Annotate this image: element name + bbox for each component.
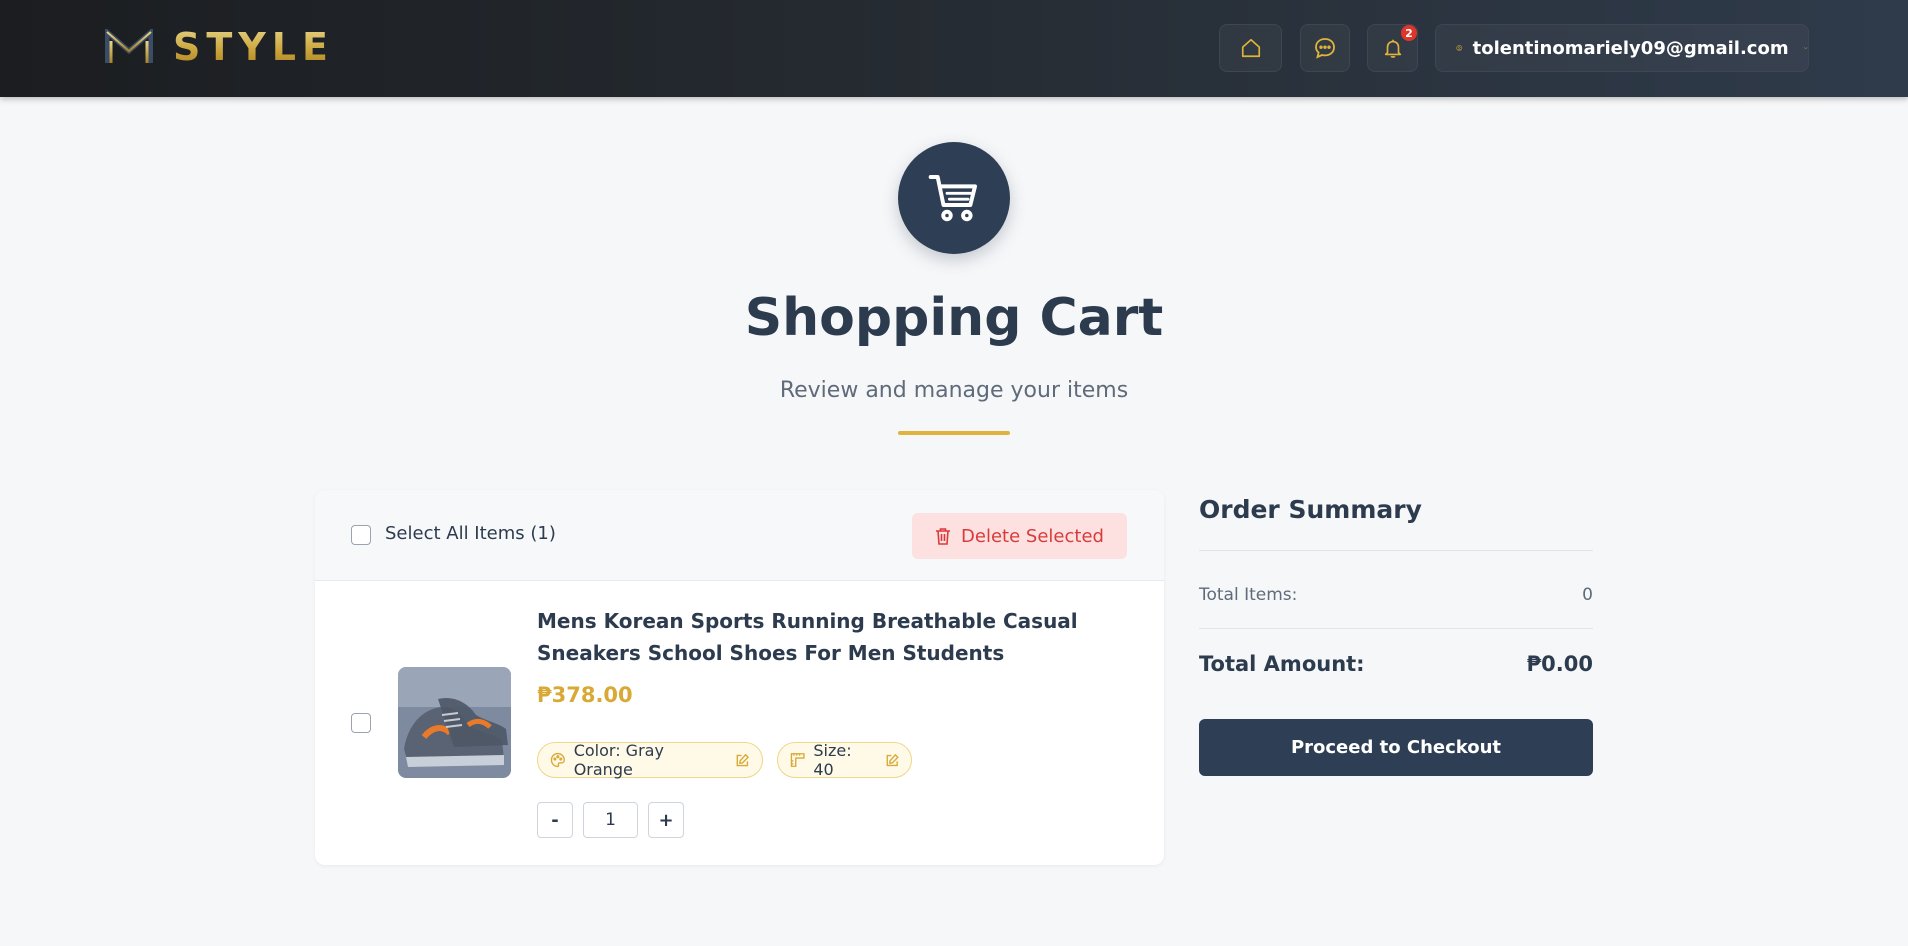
color-variant-pill[interactable]: Color: Gray Orange [537,741,763,779]
delete-selected-button[interactable]: Delete Selected [912,513,1127,559]
select-all-checkbox[interactable] [351,525,371,545]
bell-icon [1384,39,1401,58]
top-navbar: STYLE 2 tolentinomariely09@gmail.com [0,0,1908,97]
divider [1199,550,1593,551]
sneaker-image [398,667,511,778]
total-amount-label: Total Amount: [1199,652,1365,676]
item-checkbox[interactable] [351,713,371,733]
total-amount-value: ₱0.00 [1526,652,1593,676]
title-underline [898,431,1010,435]
total-items-label: Total Items: [1199,585,1298,605]
user-menu-button[interactable]: tolentinomariely09@gmail.com [1435,24,1809,72]
logo-m-icon [105,29,153,63]
page-title: Shopping Cart [744,288,1164,348]
palette-icon [550,752,565,768]
proceed-to-checkout-button[interactable]: Proceed to Checkout [1199,719,1593,776]
quantity-input[interactable]: 1 [583,802,638,838]
brand-logo[interactable]: STYLE [105,25,334,69]
quantity-increase-button[interactable]: + [648,802,684,838]
order-summary-title: Order Summary [1199,495,1422,524]
size-variant-label: Size: 40 [813,741,852,779]
delete-selected-label: Delete Selected [961,525,1104,547]
edit-icon[interactable] [735,753,750,768]
logo-text: STYLE [173,25,334,69]
divider [1199,628,1593,629]
product-price: ₱378.00 [537,683,633,707]
user-circle-icon [1456,45,1463,51]
chevron-down-icon [1803,47,1808,50]
chat-icon [1315,38,1335,59]
total-items-value: 0 [1582,585,1593,605]
notification-badge: 2 [1401,25,1417,41]
ruler-icon [790,753,805,767]
trash-icon [936,528,951,545]
cart-items-panel: Select All Items (1) Delete Selected Men… [315,490,1164,865]
size-variant-pill[interactable]: Size: 40 [777,741,912,779]
user-email: tolentinomariely09@gmail.com [1472,37,1789,59]
select-all-label[interactable]: Select All Items (1) [385,523,556,544]
messages-button[interactable] [1300,24,1350,72]
color-variant-label: Color: Gray Orange [573,741,664,779]
home-button[interactable] [1219,24,1282,72]
cart-hero-badge [898,142,1010,254]
shopping-cart-icon [928,175,977,222]
product-name[interactable]: Mens Korean Sports Running Breathable Ca… [537,605,1137,669]
notifications-button[interactable]: 2 [1367,24,1418,72]
quantity-decrease-button[interactable]: - [537,802,573,838]
edit-icon[interactable] [885,753,899,768]
cart-toolbar: Select All Items (1) Delete Selected [315,490,1164,581]
product-image[interactable] [398,667,511,778]
page-subtitle: Review and manage your items [779,378,1129,403]
home-icon [1241,38,1260,58]
